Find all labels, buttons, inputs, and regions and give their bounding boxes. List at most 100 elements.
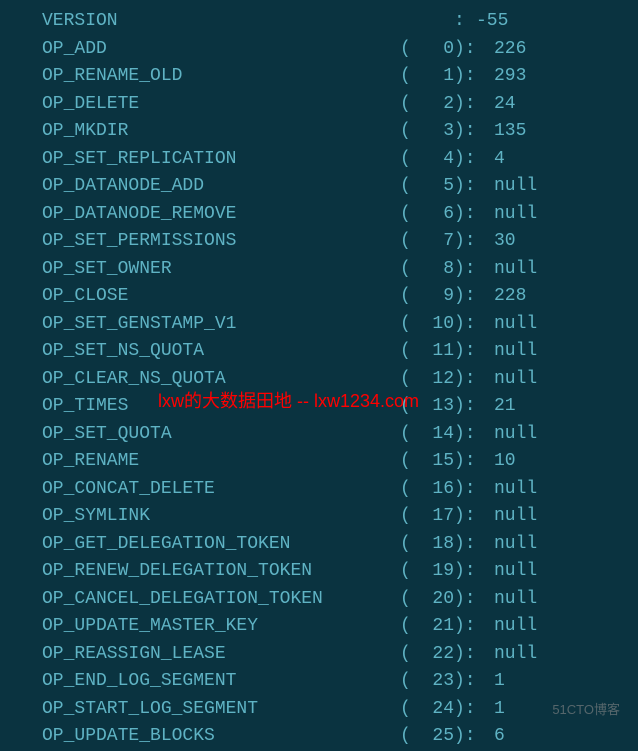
op-row: OP_DATANODE_REMOVE(6): null (0, 201, 638, 229)
op-row: OP_START_LOG_SEGMENT(24): 1 (0, 696, 638, 724)
paren-open: ( (400, 173, 412, 201)
paren-close: ): (454, 63, 494, 91)
paren-close: ): (454, 338, 494, 366)
paren-open: ( (400, 201, 412, 229)
op-value: null (494, 338, 638, 366)
op-index: 5 (412, 173, 454, 201)
op-index: 11 (412, 338, 454, 366)
op-index: 1 (412, 63, 454, 91)
op-index: 25 (412, 723, 454, 751)
op-index: 0 (412, 36, 454, 64)
op-label: OP_START_LOG_SEGMENT (0, 696, 400, 724)
op-label: OP_CLOSE (0, 283, 400, 311)
paren-close: ): (454, 503, 494, 531)
op-label: OP_SET_REPLICATION (0, 146, 400, 174)
op-index: 3 (412, 118, 454, 146)
version-row: VERSION : -55 (0, 8, 638, 36)
op-row: OP_SET_GENSTAMP_V1(10): null (0, 311, 638, 339)
op-row: OP_UPDATE_MASTER_KEY(21): null (0, 613, 638, 641)
op-row: OP_CLEAR_NS_QUOTA(12): null (0, 366, 638, 394)
paren-open: ( (400, 586, 412, 614)
paren-close: ): (454, 201, 494, 229)
paren-close: ): (454, 421, 494, 449)
paren-close: ): (454, 36, 494, 64)
paren-open: ( (400, 723, 412, 751)
paren-close: ): (454, 531, 494, 559)
terminal-output: VERSION : -55 OP_ADD(0): 226OP_RENAME_OL… (0, 8, 638, 751)
op-label: OP_GET_DELEGATION_TOKEN (0, 531, 400, 559)
op-index: 21 (412, 613, 454, 641)
op-label: OP_RENAME_OLD (0, 63, 400, 91)
op-index: 14 (412, 421, 454, 449)
op-label: OP_CANCEL_DELEGATION_TOKEN (0, 586, 400, 614)
version-colon: : (454, 8, 476, 36)
paren-open: ( (400, 338, 412, 366)
op-row: OP_END_LOG_SEGMENT(23): 1 (0, 668, 638, 696)
op-row: OP_RENAME_OLD(1): 293 (0, 63, 638, 91)
op-label: OP_REASSIGN_LEASE (0, 641, 400, 669)
paren-open: ( (400, 558, 412, 586)
version-label: VERSION (0, 8, 454, 36)
op-row: OP_DATANODE_ADD(5): null (0, 173, 638, 201)
paren-open: ( (400, 91, 412, 119)
op-index: 22 (412, 641, 454, 669)
op-index: 6 (412, 201, 454, 229)
op-value: 135 (494, 118, 638, 146)
paren-open: ( (400, 146, 412, 174)
op-label: OP_TIMES (0, 393, 400, 421)
op-value: null (494, 173, 638, 201)
op-value: null (494, 531, 638, 559)
op-label: OP_DATANODE_REMOVE (0, 201, 400, 229)
paren-close: ): (454, 256, 494, 284)
paren-close: ): (454, 366, 494, 394)
op-label: OP_RENEW_DELEGATION_TOKEN (0, 558, 400, 586)
op-index: 18 (412, 531, 454, 559)
op-value: null (494, 366, 638, 394)
op-label: OP_SET_PERMISSIONS (0, 228, 400, 256)
paren-close: ): (454, 311, 494, 339)
op-row: OP_SET_REPLICATION(4): 4 (0, 146, 638, 174)
paren-close: ): (454, 476, 494, 504)
op-label: OP_ADD (0, 36, 400, 64)
op-value: 228 (494, 283, 638, 311)
paren-open: ( (400, 421, 412, 449)
op-row: OP_MKDIR(3): 135 (0, 118, 638, 146)
ops-list: OP_ADD(0): 226OP_RENAME_OLD(1): 293OP_DE… (0, 36, 638, 751)
paren-close: ): (454, 696, 494, 724)
op-value: null (494, 311, 638, 339)
op-value: null (494, 256, 638, 284)
op-value: 1 (494, 696, 638, 724)
op-value: null (494, 476, 638, 504)
op-value: 293 (494, 63, 638, 91)
paren-open: ( (400, 63, 412, 91)
op-index: 13 (412, 393, 454, 421)
op-index: 20 (412, 586, 454, 614)
op-row: OP_SET_PERMISSIONS(7): 30 (0, 228, 638, 256)
op-value: null (494, 558, 638, 586)
paren-open: ( (400, 118, 412, 146)
op-label: OP_SET_QUOTA (0, 421, 400, 449)
paren-close: ): (454, 173, 494, 201)
op-label: OP_SYMLINK (0, 503, 400, 531)
op-value: 10 (494, 448, 638, 476)
op-row: OP_DELETE(2): 24 (0, 91, 638, 119)
op-row: OP_SET_NS_QUOTA(11): null (0, 338, 638, 366)
op-label: OP_RENAME (0, 448, 400, 476)
paren-open: ( (400, 448, 412, 476)
op-label: OP_CLEAR_NS_QUOTA (0, 366, 400, 394)
paren-open: ( (400, 311, 412, 339)
op-value: 6 (494, 723, 638, 751)
op-row: OP_SYMLINK(17): null (0, 503, 638, 531)
paren-close: ): (454, 91, 494, 119)
op-row: OP_CANCEL_DELEGATION_TOKEN(20): null (0, 586, 638, 614)
op-label: OP_SET_OWNER (0, 256, 400, 284)
op-row: OP_CONCAT_DELETE(16): null (0, 476, 638, 504)
op-index: 16 (412, 476, 454, 504)
paren-open: ( (400, 393, 412, 421)
op-value: 21 (494, 393, 638, 421)
op-value: null (494, 641, 638, 669)
op-label: OP_UPDATE_BLOCKS (0, 723, 400, 751)
op-index: 7 (412, 228, 454, 256)
op-index: 8 (412, 256, 454, 284)
paren-close: ): (454, 723, 494, 751)
